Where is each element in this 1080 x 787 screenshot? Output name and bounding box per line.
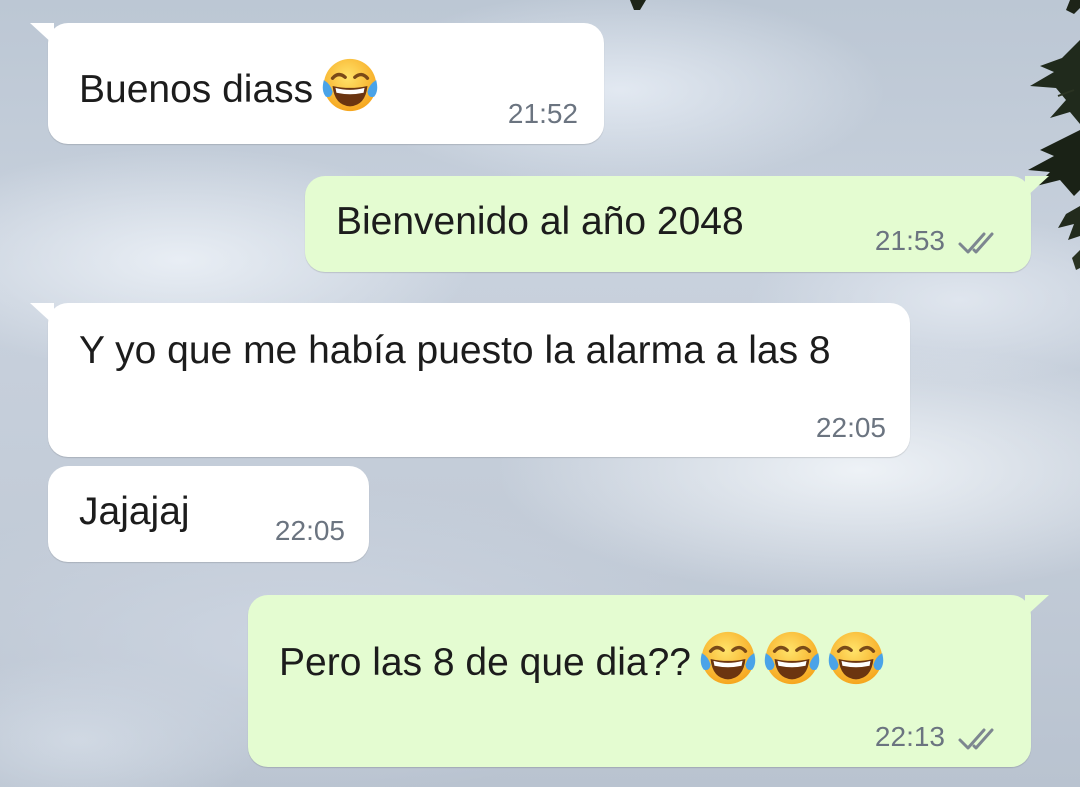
face-with-tears-of-joy-icon — [761, 627, 823, 689]
message-timestamp: 21:52 — [507, 98, 578, 129]
message-bubble-incoming[interactable]: Buenos diass 21:52 — [30, 23, 604, 144]
double-check-read-icon — [958, 728, 994, 750]
leaf-image — [630, 0, 646, 10]
message-bubble-outgoing[interactable]: Bienvenido al año 2048 21:53 — [305, 176, 1049, 272]
message-text-content: Buenos diass — [79, 68, 314, 111]
message-text: Y yo que me había puesto la alarma a las… — [79, 325, 879, 377]
message-text-content: Pero las 8 de que dia?? — [279, 641, 691, 684]
bubble-tail-icon — [1025, 595, 1049, 617]
message-text-content: Bienvenido al año 2048 — [336, 200, 744, 243]
message-timestamp: 22:13 — [874, 721, 945, 752]
message-bubble-outgoing[interactable]: Pero las 8 de que dia?? 22:13 — [248, 595, 1049, 767]
double-check-read-icon — [958, 232, 994, 254]
message-timestamp: 22:05 — [274, 515, 345, 546]
face-with-tears-of-joy-icon — [697, 627, 759, 689]
message-text: Bienvenido al año 2048 — [336, 196, 744, 248]
face-with-tears-of-joy-icon — [319, 54, 381, 116]
message-timestamp: 22:05 — [815, 412, 886, 443]
bubble-tail-icon — [30, 23, 54, 45]
message-text: Pero las 8 de que dia?? — [279, 627, 887, 689]
message-bubble-incoming[interactable]: Y yo que me había puesto la alarma a las… — [30, 303, 910, 457]
message-timestamp: 21:53 — [874, 225, 945, 256]
message-text-content: Y yo que me había puesto la alarma a las… — [79, 329, 831, 372]
message-text: Jajajaj — [79, 486, 190, 538]
bubble-tail-icon — [30, 303, 54, 325]
bubble-tail-icon — [1025, 176, 1049, 198]
message-text: Buenos diass — [79, 54, 381, 116]
message-text-content: Jajajaj — [79, 490, 190, 533]
message-bubble-incoming[interactable]: Jajajaj 22:05 — [48, 466, 369, 562]
face-with-tears-of-joy-icon — [825, 627, 887, 689]
